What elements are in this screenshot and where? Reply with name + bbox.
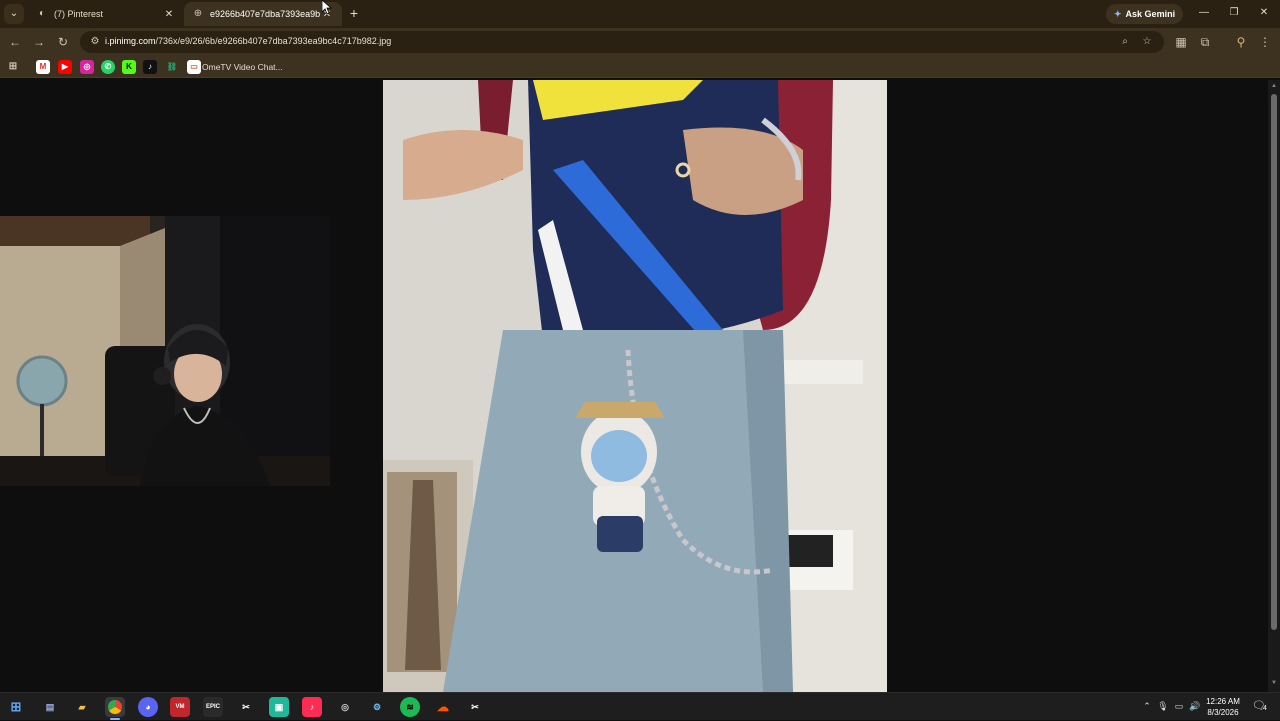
zoom-icon[interactable]: ⌕ bbox=[1118, 35, 1132, 49]
restore-icon: ❐ bbox=[1229, 7, 1239, 18]
tab-image[interactable]: ⊕ e9266b407e7dba7393ea9bc4c ✕ bbox=[184, 2, 342, 26]
scroll-up-icon[interactable]: ▲ bbox=[1270, 83, 1278, 91]
steam-icon[interactable]: ⚙ bbox=[367, 697, 387, 717]
globe-icon: ⊕ bbox=[193, 8, 203, 19]
epic-games-icon[interactable]: EPIC bbox=[203, 697, 223, 717]
apps-grid-icon[interactable]: ⊞ bbox=[6, 60, 20, 74]
spotify-icon[interactable]: ≋ bbox=[400, 697, 420, 717]
profile-button[interactable]: ⚲ bbox=[1232, 33, 1250, 51]
bookmarks-bar: ⊞ M ▶ ◎ ✆ K ♪ ⛓ ▭ OmeTV Video Chat... bbox=[0, 56, 1280, 78]
gmail-icon[interactable]: M bbox=[36, 60, 50, 74]
system-clock[interactable]: 12:26 AM 8/3/2026 bbox=[1200, 696, 1246, 718]
whatsapp-icon[interactable]: ✆ bbox=[101, 60, 115, 74]
mouse-cursor-icon bbox=[322, 0, 332, 14]
tab-strip: ⌄ ◐ (7) Pinterest ✕ ⊕ e9266b407e7dba7393… bbox=[0, 0, 1280, 28]
url-text[interactable]: i.pinimg.com/736x/e9/26/6b/e9266b407e7db… bbox=[105, 36, 391, 46]
voicemod-icon[interactable]: VM bbox=[170, 697, 190, 717]
scroll-down-icon[interactable]: ▼ bbox=[1270, 680, 1278, 688]
reload-icon: ↻ bbox=[57, 35, 69, 49]
close-icon[interactable]: ✕ bbox=[162, 9, 176, 20]
soundcloud-icon[interactable]: ☁ bbox=[433, 697, 453, 717]
page-scrollbar[interactable]: ▲ ▼ bbox=[1268, 80, 1280, 692]
arrow-right-icon: → bbox=[33, 35, 45, 49]
webcam-feed-image bbox=[0, 216, 330, 486]
ask-gemini-label: Ask Gemini bbox=[1125, 9, 1176, 19]
browser-toolbar: ← → ↻ ⚙ i.pinimg.com/736x/e9/26/6b/e9266… bbox=[0, 28, 1280, 56]
url-path: /736x/e9/26/6b/e9266b407e7dba7393ea9bc4c… bbox=[155, 36, 392, 46]
chrome-icon[interactable] bbox=[105, 697, 125, 717]
bookmark-ometv[interactable]: OmeTV Video Chat... bbox=[202, 62, 283, 72]
file-manager-icon[interactable]: ▤ bbox=[40, 697, 60, 717]
plus-icon: + bbox=[349, 5, 359, 21]
reload-button[interactable]: ↻ bbox=[54, 33, 72, 51]
tiktok-live-icon[interactable]: ▣ bbox=[269, 697, 289, 717]
link-icon[interactable]: ⛓ bbox=[165, 60, 179, 74]
close-icon: ✕ bbox=[1259, 7, 1269, 18]
kick-icon[interactable]: K bbox=[122, 60, 136, 74]
address-bar[interactable]: ⚙ i.pinimg.com/736x/e9/26/6b/e9266b407e7… bbox=[80, 31, 1164, 53]
obs-icon[interactable]: ◎ bbox=[335, 697, 355, 717]
microphone-icon[interactable]: 🎙 bbox=[1156, 699, 1170, 713]
scroll-thumb[interactable] bbox=[1271, 94, 1277, 630]
arrow-left-icon: ← bbox=[9, 35, 21, 49]
ask-gemini-button[interactable]: ✦ Ask Gemini bbox=[1106, 4, 1184, 24]
capcut-icon[interactable]: ✂ bbox=[236, 697, 256, 717]
pinterest-favicon-icon: ◐ bbox=[38, 8, 46, 19]
webcam-overlay bbox=[0, 216, 330, 486]
instagram-icon[interactable]: ◎ bbox=[80, 60, 94, 74]
kebab-menu-icon: ⋮ bbox=[1259, 35, 1271, 49]
bookmark-star-icon[interactable]: ☆ bbox=[1140, 35, 1154, 49]
site-info-icon[interactable]: ⚙ bbox=[88, 35, 102, 49]
back-button[interactable]: ← bbox=[6, 33, 24, 51]
clock-date: 8/3/2026 bbox=[1207, 708, 1239, 717]
tiktok-icon[interactable]: ♪ bbox=[302, 697, 322, 717]
file-explorer-icon[interactable]: ▰ bbox=[72, 697, 92, 717]
ometv-icon[interactable]: ▭ bbox=[187, 60, 201, 74]
network-icon[interactable]: ▭ bbox=[1172, 699, 1186, 713]
close-window-button[interactable]: ✕ bbox=[1254, 4, 1274, 22]
clock-time: 12:26 AM bbox=[1206, 697, 1240, 706]
tiktok-icon[interactable]: ♪ bbox=[143, 60, 157, 74]
capcut-icon-2[interactable]: ✂ bbox=[465, 697, 485, 717]
menu-button[interactable]: ⋮ bbox=[1256, 33, 1274, 51]
new-tab-button[interactable]: + bbox=[346, 5, 362, 21]
forward-button[interactable]: → bbox=[30, 33, 48, 51]
tab-title: e9266b407e7dba7393ea9bc4c bbox=[210, 9, 320, 19]
notification-count-badge: 4 bbox=[1263, 705, 1267, 712]
restore-button[interactable]: ❐ bbox=[1224, 4, 1244, 22]
tab-title: (7) Pinterest bbox=[54, 9, 104, 19]
minimize-button[interactable]: — bbox=[1194, 4, 1214, 22]
profile-icon: ⚲ bbox=[1236, 35, 1246, 49]
tray-chevron-up-icon[interactable]: ⌃ bbox=[1140, 699, 1154, 713]
outfit-photo bbox=[383, 80, 887, 692]
youtube-icon[interactable]: ▶ bbox=[58, 60, 72, 74]
tab-search-button[interactable]: ⌄ bbox=[4, 4, 24, 24]
tab-pinterest[interactable]: ◐ (7) Pinterest ✕ bbox=[28, 2, 184, 26]
windows-icon[interactable]: ⊞ bbox=[6, 697, 26, 717]
taskbar: ⊞ ▤ ▰ ◕ VM EPIC ✂ ▣ ♪ ◎ ⚙ ≋ ☁ ✂ ⌃ 🎙 ▭ 🔊 … bbox=[0, 692, 1280, 720]
puzzle-icon: ⧉ bbox=[1200, 35, 1210, 49]
extensions-button[interactable]: ⧉ bbox=[1196, 33, 1214, 51]
gemini-spark-icon: ✦ bbox=[1114, 8, 1122, 19]
tab-groups-icon: ▦ bbox=[1175, 35, 1187, 49]
reading-mode-button[interactable]: ▦ bbox=[1172, 33, 1190, 51]
discord-icon[interactable]: ◕ bbox=[138, 697, 158, 717]
minimize-icon: — bbox=[1199, 7, 1209, 18]
viewed-image[interactable] bbox=[383, 80, 887, 692]
chevron-down-icon: ⌄ bbox=[9, 8, 19, 19]
url-host: i.pinimg.com bbox=[105, 36, 156, 46]
